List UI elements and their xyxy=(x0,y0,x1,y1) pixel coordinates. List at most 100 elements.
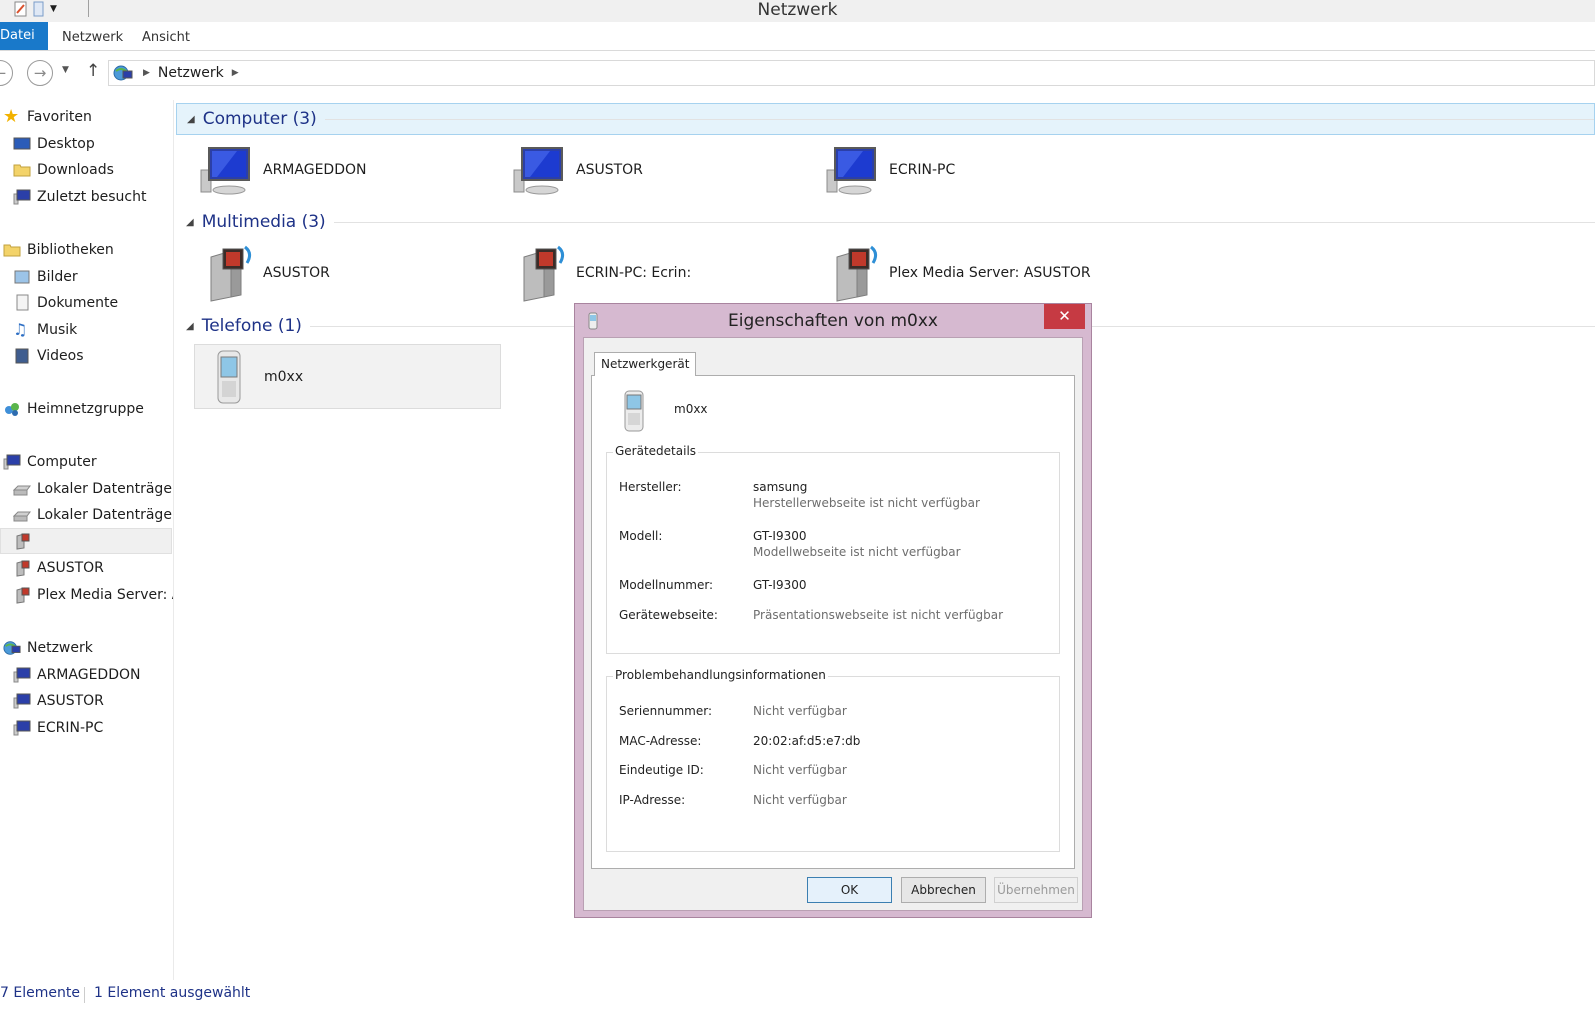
status-selection: 1 Element ausgewählt xyxy=(94,985,251,1001)
system-drive-icon xyxy=(13,480,31,498)
sidebar-item-label: Bilder xyxy=(37,269,78,285)
tab-file[interactable]: Datei xyxy=(0,22,48,50)
group-divider xyxy=(324,118,1594,120)
sidebar-item-downloads[interactable]: Downloads xyxy=(13,157,114,183)
mac-address-label: MAC-Adresse: xyxy=(619,734,702,748)
tab-network[interactable]: Netzwerk xyxy=(62,22,123,50)
title-bar: ▼ Netzwerk xyxy=(0,0,1595,22)
unique-id-value: Nicht verfügbar xyxy=(753,763,847,777)
downloads-icon xyxy=(13,161,31,179)
forward-arrow-icon: → xyxy=(33,64,47,82)
tile-media-asustor[interactable]: ASUSTOR xyxy=(197,243,330,303)
sidebar-item-homegroup[interactable]: Heimnetzgruppe xyxy=(3,396,144,422)
chevron-right-icon[interactable]: ▶ xyxy=(143,68,150,78)
manufacturer-website: Herstellerwebseite ist nicht verfügbar xyxy=(753,496,980,510)
computer-icon xyxy=(823,140,883,200)
tile-media-plex[interactable]: Plex Media Server: ASUSTOR xyxy=(823,243,1091,303)
tile-label: m0xx xyxy=(264,368,304,385)
sidebar-item-label: Netzwerk xyxy=(27,640,93,656)
tile-computer-ecrin-pc[interactable]: ECRIN-PC xyxy=(823,140,955,200)
collapse-arrow-icon[interactable]: ◢ xyxy=(187,114,195,125)
libraries-icon xyxy=(3,241,21,259)
group-header-computer[interactable]: ◢ Computer (3) xyxy=(176,103,1595,135)
sidebar-item-recent[interactable]: Zuletzt besucht xyxy=(13,184,146,210)
sidebar-item-music[interactable]: ♫ Musik xyxy=(13,317,77,343)
tab-view[interactable]: Ansicht xyxy=(142,22,190,50)
address-bar[interactable]: ▶ Netzwerk ▶ xyxy=(108,60,1595,86)
model-label: Modell: xyxy=(619,529,663,543)
apply-button[interactable]: Übernehmen xyxy=(994,877,1078,903)
computer-icon xyxy=(510,140,570,200)
sidebar-item-label: Zuletzt besucht xyxy=(37,189,147,205)
close-icon: ✕ xyxy=(1058,307,1071,325)
computer-icon xyxy=(197,140,257,200)
chevron-right-icon[interactable]: ▶ xyxy=(232,68,239,78)
dialog-title-bar[interactable]: Eigenschaften von m0xx ✕ xyxy=(575,304,1091,336)
tab-network-device[interactable]: Netzwerkgerät xyxy=(594,352,697,376)
media-server-icon xyxy=(823,243,883,303)
network-icon xyxy=(113,63,133,83)
tile-computer-asustor[interactable]: ASUSTOR xyxy=(510,140,643,200)
sidebar-item-label: Computer xyxy=(27,454,97,470)
sidebar-item-local-disk-c[interactable]: Lokaler Datenträger xyxy=(13,476,174,502)
sidebar-item-label: Dokumente xyxy=(37,295,119,311)
sidebar-item-label: Bibliotheken xyxy=(27,242,114,258)
collapse-arrow-icon[interactable]: ◢ xyxy=(186,217,194,228)
drive-icon xyxy=(13,506,31,524)
device-details-group: Gerätedetails Hersteller: samsung Herste… xyxy=(606,444,1060,654)
sidebar-item-asustor-media[interactable]: ASUSTOR xyxy=(13,555,104,581)
sidebar-item-libraries[interactable]: Bibliotheken xyxy=(3,237,114,263)
group-header-multimedia[interactable]: ◢ Multimedia (3) xyxy=(176,206,1595,238)
serial-number-value: Nicht verfügbar xyxy=(753,704,847,718)
close-button[interactable]: ✕ xyxy=(1044,304,1085,329)
sidebar-item-favorites[interactable]: ★ Favoriten xyxy=(3,104,92,130)
device-name: m0xx xyxy=(674,402,708,416)
sidebar-item-pictures[interactable]: Bilder xyxy=(13,264,78,290)
tile-computer-armageddon[interactable]: ARMAGEDDON xyxy=(197,140,366,200)
sidebar-item-armageddon[interactable]: ARMAGEDDON xyxy=(13,662,140,688)
sidebar-item-media-device[interactable] xyxy=(0,528,172,554)
tile-label: ARMAGEDDON xyxy=(263,162,367,178)
tile-label: ASUSTOR xyxy=(263,265,330,281)
sidebar-item-videos[interactable]: Videos xyxy=(13,343,84,369)
sidebar-item-network[interactable]: Netzwerk xyxy=(3,635,93,661)
media-server-icon xyxy=(510,243,570,303)
ok-button[interactable]: OK xyxy=(807,877,892,903)
address-segment[interactable]: Netzwerk xyxy=(158,65,224,81)
collapse-arrow-icon[interactable]: ◢ xyxy=(186,321,194,332)
sidebar-item-local-disk-d[interactable]: Lokaler Datenträger xyxy=(13,502,173,528)
up-button[interactable]: ↑ xyxy=(86,61,100,81)
media-device-icon xyxy=(13,586,31,604)
sidebar-item-label: Musik xyxy=(37,322,78,338)
sidebar-item-asustor[interactable]: ASUSTOR xyxy=(13,688,104,714)
group-legend: Gerätedetails xyxy=(613,444,699,458)
sidebar-item-plex-media[interactable]: Plex Media Server: AS xyxy=(13,582,173,608)
sidebar-item-computer[interactable]: Computer xyxy=(3,449,97,475)
device-website-value: Präsentationswebseite ist nicht verfügba… xyxy=(753,608,1004,622)
mac-address-value: 20:02:af:d5:e7:db xyxy=(753,734,861,748)
music-icon: ♫ xyxy=(13,320,28,339)
group-title: Telefone (1) xyxy=(201,316,302,336)
cancel-button[interactable]: Abbrechen xyxy=(901,877,986,903)
dialog-title: Eigenschaften von m0xx xyxy=(727,311,938,331)
computer-icon xyxy=(13,666,31,684)
recent-locations-dropdown[interactable]: ▼ xyxy=(62,65,69,75)
group-title: Computer (3) xyxy=(202,109,317,129)
sidebar-item-ecrin-pc[interactable]: ECRIN-PC xyxy=(13,715,103,741)
navigation-bar: ← → ▼ ↑ ▶ Netzwerk ▶ xyxy=(0,51,1595,93)
forward-button[interactable]: → xyxy=(27,60,53,86)
model-number-label: Modellnummer: xyxy=(619,578,714,592)
sidebar-item-desktop[interactable]: Desktop xyxy=(13,131,95,157)
model-value: GT-I9300 xyxy=(753,529,807,543)
ip-address-value: Nicht verfügbar xyxy=(753,793,847,807)
sidebar-item-label: Desktop xyxy=(37,136,95,152)
status-item-count: 7 Elemente xyxy=(0,985,80,1001)
pictures-icon xyxy=(14,270,30,284)
tile-phone-m0xx[interactable]: m0xx xyxy=(194,344,501,409)
tile-label: ECRIN-PC xyxy=(889,162,956,178)
sidebar-item-label: Lokaler Datenträger xyxy=(37,481,174,497)
sidebar-item-documents[interactable]: Dokumente xyxy=(13,290,118,316)
back-button[interactable]: ← xyxy=(0,60,13,86)
tile-media-ecrin[interactable]: ECRIN-PC: Ecrin: xyxy=(510,243,691,303)
sidebar-item-label: ASUSTOR xyxy=(37,693,104,709)
